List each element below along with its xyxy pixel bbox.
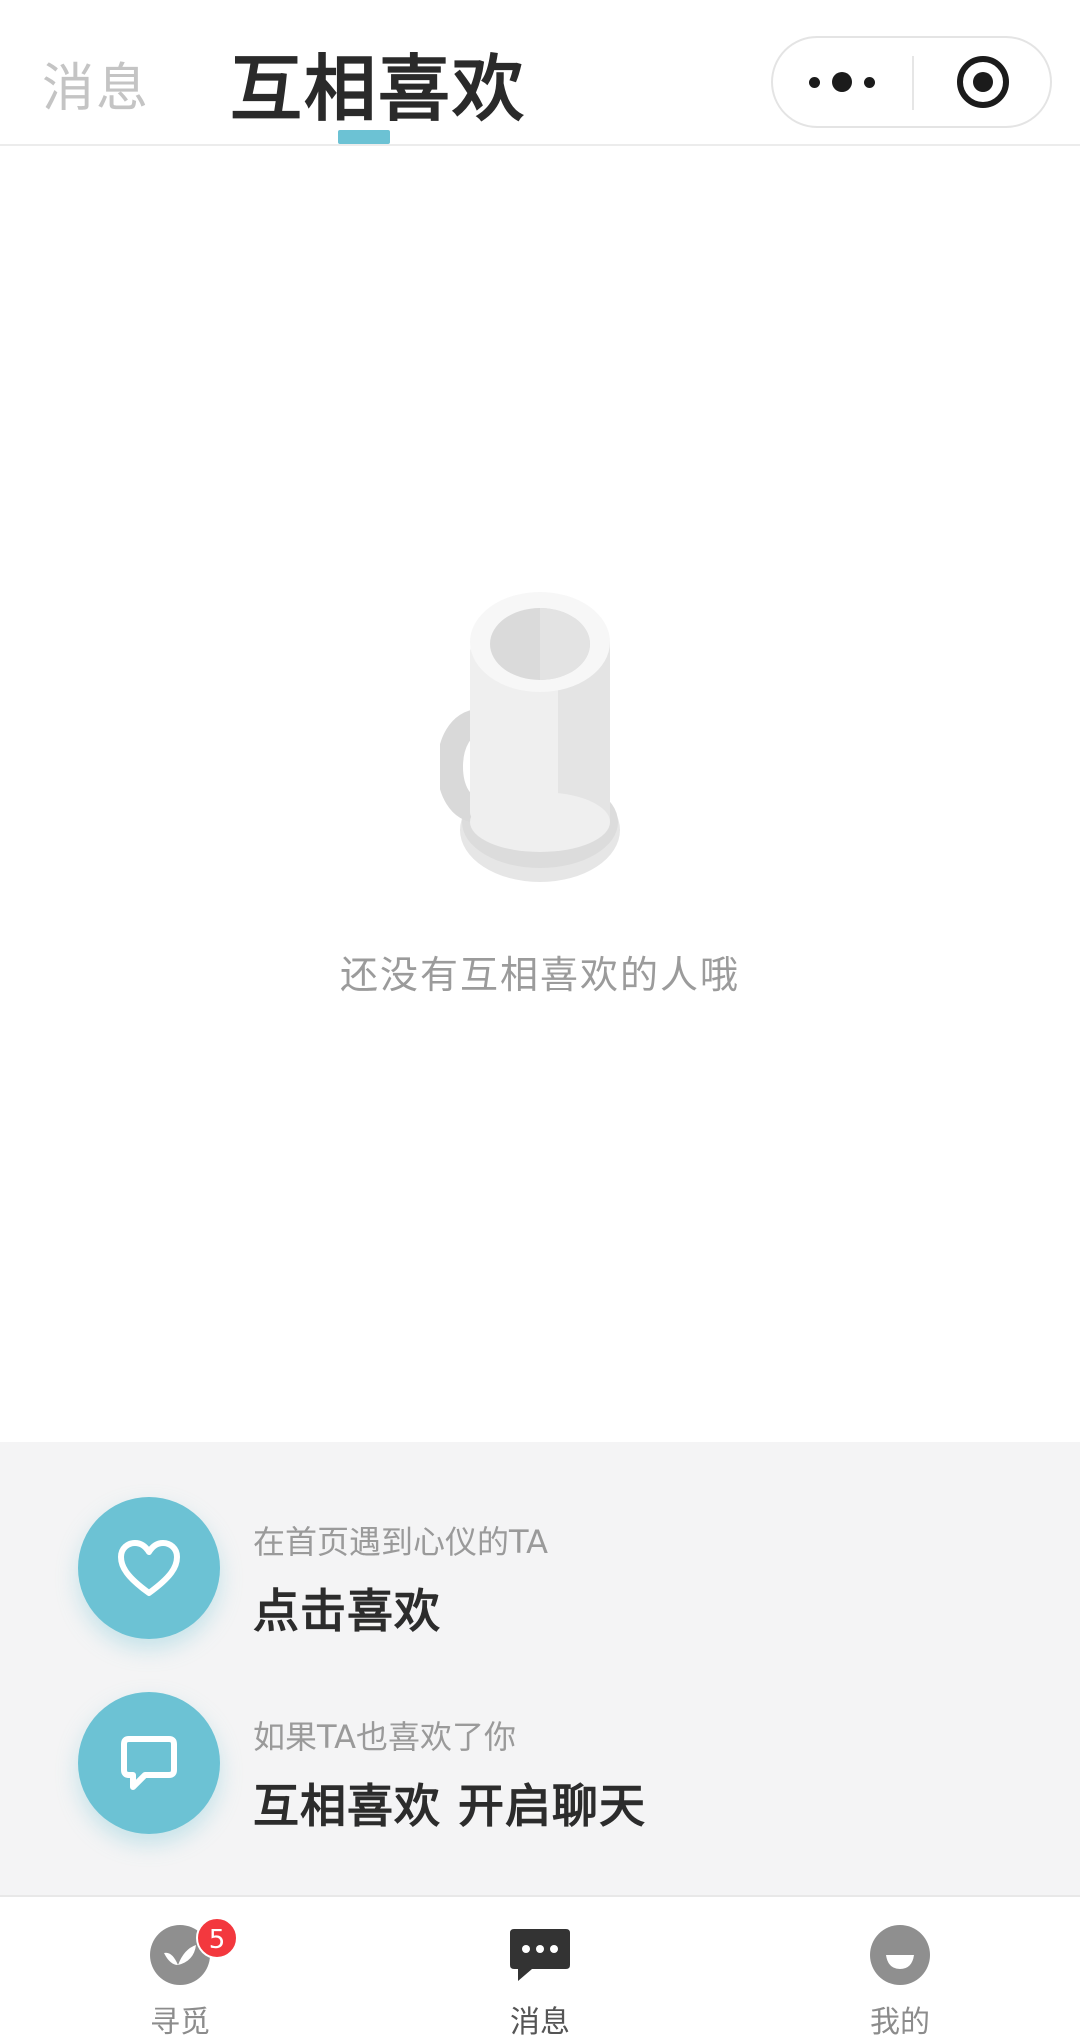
more-icon-center-dot: [832, 72, 852, 92]
active-tab-indicator: [338, 130, 390, 144]
tab-mutual-like[interactable]: 互相喜欢: [230, 30, 526, 135]
chat-circle: [78, 1692, 220, 1834]
mini-program-capsule: [771, 36, 1052, 128]
tabbar-label-explore: 寻觅: [150, 2005, 210, 2040]
hint-panel: 在首页遇到心仪的TA 点击喜欢 如果TA也喜欢了你 互相喜欢 开启聊天: [0, 1442, 1080, 1895]
close-miniprogram-button[interactable]: [914, 38, 1052, 126]
more-button[interactable]: [773, 38, 911, 126]
bottom-tab-bar: 5 寻觅 消息 我的: [0, 1895, 1080, 2040]
smile-face-icon: [870, 1925, 930, 1985]
target-icon: [957, 56, 1009, 108]
tab-messages[interactable]: 消息: [42, 46, 150, 121]
tabbar-item-profile[interactable]: 我的: [800, 1897, 1000, 2040]
tabbar-label-profile: 我的: [870, 2005, 930, 2040]
tabbar-label-messages: 消息: [510, 2005, 570, 2040]
tabbar-item-explore[interactable]: 5 寻觅: [80, 1897, 280, 2040]
hint-like: 在首页遇到心仪的TA 点击喜欢: [0, 1497, 1080, 1647]
notification-badge: 5: [196, 1917, 238, 1959]
top-nav-bar: 消息 互相喜欢: [0, 0, 1080, 146]
mutual-like-page: 消息 互相喜欢 还没有互相喜欢的人哦 在首页遇到心仪的TA 点击喜欢 如果TA也…: [0, 0, 1080, 2040]
hint-like-sub: 在首页遇到心仪的TA: [253, 1523, 548, 1561]
empty-state-text: 还没有互相喜欢的人哦: [339, 953, 740, 997]
hint-chat: 如果TA也喜欢了你 互相喜欢 开启聊天: [0, 1692, 1080, 1842]
heart-icon: [118, 1540, 180, 1596]
mug-illustration: [440, 592, 620, 882]
message-icon: [508, 1925, 572, 1985]
hint-like-main: 点击喜欢: [253, 1584, 441, 1638]
heart-circle: [78, 1497, 220, 1639]
more-icon-dot: [864, 76, 875, 88]
target-icon-center: [973, 72, 993, 92]
chat-bubble-icon: [121, 1736, 177, 1790]
hint-chat-main: 互相喜欢 开启聊天: [253, 1779, 647, 1833]
hint-chat-sub: 如果TA也喜欢了你: [253, 1718, 516, 1756]
more-icon: [809, 76, 820, 88]
tabbar-item-messages[interactable]: 消息: [440, 1897, 640, 2040]
